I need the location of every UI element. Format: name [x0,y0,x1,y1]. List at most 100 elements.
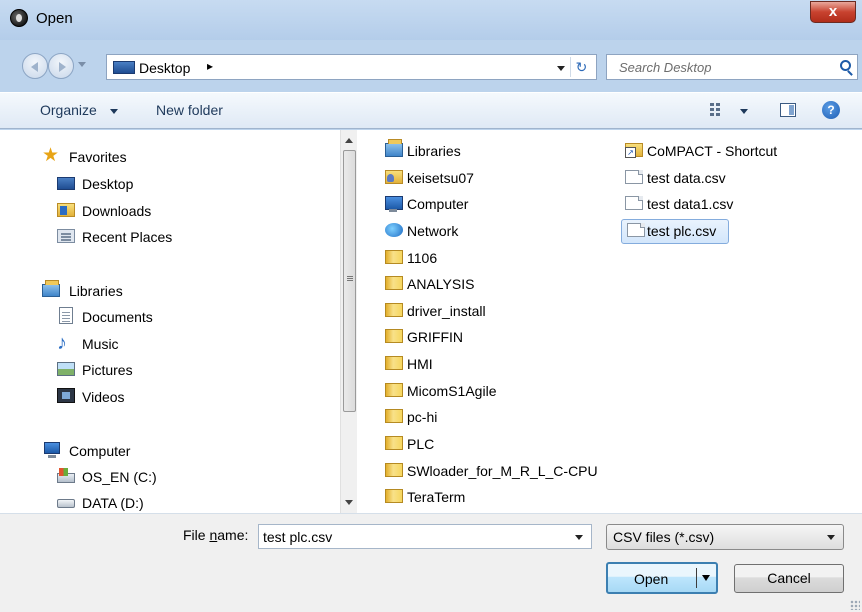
file-name: MicomS1Agile [407,383,497,399]
nav-label: Pictures [82,362,133,378]
file-icon [625,196,643,210]
views-chevron-down-icon[interactable] [740,109,748,114]
folder-icon [385,303,403,317]
label-part: File [183,527,210,543]
file-name: PLC [407,436,435,452]
address-dropdown-icon[interactable] [557,66,565,71]
desktop-icon [113,61,135,74]
folder-icon [385,356,403,370]
file-name: CoMPACT - Shortcut [647,143,778,159]
file-name: ANALYSIS [407,276,475,292]
nav-label: Computer [69,443,131,459]
close-button[interactable]: x [810,1,856,23]
file-name: HMI [407,356,433,372]
folder-icon [385,436,403,450]
search-input[interactable]: Search Desktop [606,54,858,80]
address-chevron[interactable]: ▸ [207,59,213,73]
file-type-select[interactable]: CSV files (*.csv) [606,524,844,550]
recent-locations-dropdown[interactable] [78,62,86,67]
nav-label: OS_EN (C:) [82,469,157,485]
label-part: ame: [217,527,249,543]
folder-icon [385,489,403,503]
file-type-dropdown-icon[interactable] [827,535,835,540]
nav-label: Music [82,336,119,352]
file-name-dropdown-icon[interactable] [575,535,583,540]
file-name: GRIFFIN [407,329,463,345]
nav-label: Videos [82,389,125,405]
resize-grip-icon[interactable] [850,600,860,610]
scroll-up-arrow-icon[interactable] [345,138,353,143]
recent-places-icon [57,229,75,243]
file-name: 1106 [407,250,438,266]
desktop-icon [57,177,75,190]
dialog-footer: File name: test plc.csv CSV files (*.csv… [0,513,862,612]
nav-label: Favorites [69,149,127,165]
navigation-pane: ★ Favorites Desktop Downloads Recent Pla… [0,130,340,513]
search-placeholder: Search Desktop [619,60,712,75]
file-name-combobox[interactable]: test plc.csv [258,524,592,549]
file-name: test data1.csv [647,196,734,212]
folder-icon [385,250,403,264]
network-globe-icon [385,223,403,237]
star-icon: ★ [42,145,60,166]
libraries-icon [42,280,60,297]
scrollbar-thumb[interactable] [343,150,356,412]
navigation-scrollbar[interactable] [340,130,357,513]
grip-icon [347,276,353,277]
forward-button[interactable] [48,53,74,79]
nav-label: Documents [82,309,153,325]
folder-icon [385,383,403,397]
downloads-folder-icon [57,203,75,217]
split-divider [696,568,697,588]
change-view-icon[interactable] [710,103,726,117]
open-button-label: Open [634,571,669,587]
open-button[interactable]: Open [606,562,718,594]
computer-icon [385,196,403,212]
nav-label: Recent Places [82,229,173,245]
help-icon[interactable]: ? [822,101,840,119]
organize-chevron-down-icon[interactable] [110,109,118,114]
libraries-icon [385,139,403,157]
nav-label: Downloads [82,203,152,219]
file-name: SWloader_for_M_R_L_C-CPU [407,463,598,479]
content-area: ★ Favorites Desktop Downloads Recent Pla… [0,130,862,513]
file-name: pc-hi [407,409,438,425]
file-item-selected-csv[interactable]: test plc.csv [621,219,729,244]
file-name: Libraries [407,143,461,159]
back-button[interactable] [22,53,48,79]
file-type-value: CSV files (*.csv) [613,529,715,545]
cancel-button[interactable]: Cancel [734,564,844,593]
user-folder-icon [385,170,403,184]
music-note-icon: ♪ [57,332,67,354]
title-bar: Open x [0,0,862,40]
documents-icon [59,307,73,324]
organize-button[interactable]: Organize [40,102,97,118]
file-name: test data.csv [647,170,726,186]
app-icon [10,9,28,27]
open-options-chevron-down-icon[interactable] [702,575,710,581]
pictures-icon [57,362,75,376]
preview-pane-icon[interactable] [780,103,796,117]
hard-drive-icon [57,499,75,508]
shortcut-folder-icon [625,143,643,158]
file-list: Libraries keisetsu07 Computer Network 11… [358,130,862,513]
open-dialog: Open x Desktop ▸ ↻ Search Desktop Organi… [0,0,862,612]
windows-drive-icon [57,468,75,483]
scroll-down-arrow-icon[interactable] [345,500,353,505]
file-name: TeraTerm [407,489,466,505]
address-location[interactable]: Desktop [139,60,190,76]
search-icon[interactable] [840,60,851,71]
file-icon [625,170,643,184]
command-bar: Organize New folder ? [0,92,862,129]
nav-label: Libraries [69,283,123,299]
new-folder-button[interactable]: New folder [156,102,223,118]
address-row: Desktop ▸ ↻ Search Desktop [0,50,862,86]
folder-icon [385,463,403,477]
file-name: Network [407,223,459,239]
address-bar[interactable]: Desktop ▸ ↻ [106,54,597,80]
folder-icon [385,276,403,290]
refresh-icon[interactable]: ↻ [570,57,592,77]
file-name-value[interactable]: test plc.csv [263,529,332,545]
videos-icon [57,388,75,403]
file-icon [627,223,645,237]
